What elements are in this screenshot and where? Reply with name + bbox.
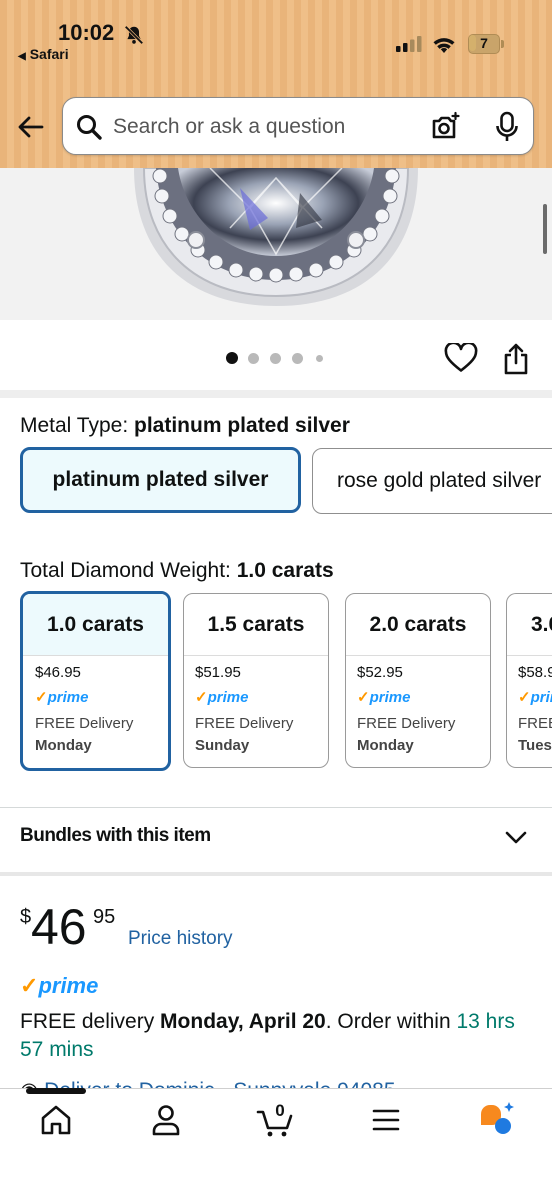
price-fraction: 95 [93, 906, 116, 928]
heart-icon[interactable] [444, 343, 478, 373]
prime-badge: ✓prime [357, 688, 410, 706]
scroll-indicator[interactable] [543, 204, 547, 254]
metal-type-selected-value: platinum plated silver [134, 414, 350, 437]
carat-option-day: Tuesday [518, 737, 552, 754]
top-header: 10:02 ◀ Safari 7 Search or ask a question [0, 0, 552, 168]
carat-option-price: $46.95 [35, 664, 81, 681]
cellular-signal-icon [396, 36, 422, 52]
rufus-icon[interactable] [476, 1100, 516, 1140]
carat-option-card[interactable]: 1.0 carats $46.95 ✓prime FREE Delivery M… [20, 591, 171, 771]
microphone-icon[interactable] [493, 111, 521, 143]
carat-option-delivery: FREE Delivery [518, 715, 552, 732]
diamond-weight-selected-value: 1.0 carats [236, 559, 334, 582]
carat-option-price: $58.95 [518, 664, 552, 681]
bundles-expander[interactable]: Bundles with this item [20, 825, 211, 847]
back-to-app[interactable]: ◀ Safari [18, 46, 69, 62]
prime-badge: ✓prime [20, 973, 98, 999]
metal-option-rose-gold[interactable]: rose gold plated silver [312, 448, 552, 514]
carat-option-card[interactable]: 1.5 carats $51.95 ✓prime FREE Delivery S… [183, 593, 329, 768]
metal-type-caption: Metal Type: [20, 414, 135, 437]
metal-option-label: rose gold plated silver [337, 469, 542, 492]
back-triangle-icon: ◀ [18, 51, 26, 62]
share-icon[interactable] [502, 342, 530, 376]
ring-image [134, 168, 418, 306]
carat-option-day: Sunday [195, 737, 250, 754]
carat-option-day: Monday [357, 737, 414, 754]
price-currency: $ [20, 906, 32, 928]
metal-type-label: Metal Type: platinum plated silver [20, 414, 350, 438]
status-time: 10:02 [58, 20, 115, 45]
carat-option-title: 1.0 carats [23, 594, 168, 656]
prime-label: prime [38, 973, 99, 998]
delivery-text: FREE delivery [20, 1010, 161, 1033]
carat-option-card[interactable]: 3.0 carats $58.95 ✓prime FREE Delivery T… [506, 593, 552, 768]
home-icon[interactable] [36, 1100, 76, 1140]
delivery-date: Monday, April 20 [160, 1010, 326, 1033]
diamond-weight-caption: Total Diamond Weight: [20, 559, 237, 582]
search-input[interactable]: Search or ask a question [113, 115, 345, 139]
prime-check-icon: ✓ [20, 973, 39, 998]
tab-indicator [26, 1088, 86, 1094]
prime-check-icon: ✓ [35, 689, 48, 706]
menu-icon[interactable] [366, 1100, 406, 1140]
prime-badge: ✓prime [518, 688, 552, 706]
account-icon[interactable] [146, 1100, 186, 1140]
prime-label: prime [47, 689, 89, 706]
back-arrow-icon[interactable] [14, 110, 48, 144]
product-image[interactable] [0, 168, 552, 320]
carat-option-title: 1.5 carats [184, 594, 328, 656]
price-whole: 46 [31, 899, 87, 955]
prime-badge: ✓prime [195, 688, 248, 706]
carat-option-title: 3.0 carats [507, 594, 552, 656]
search-icon [77, 115, 102, 140]
diamond-weight-label: Total Diamond Weight: 1.0 carats [20, 559, 334, 583]
battery-indicator: 7 [468, 34, 504, 54]
camera-search-icon[interactable] [429, 111, 461, 143]
prime-badge: ✓prime [35, 688, 88, 706]
prime-label: prime [530, 689, 552, 706]
section-divider [0, 872, 552, 876]
carousel-dot[interactable] [226, 352, 238, 364]
carousel-dot[interactable] [292, 353, 303, 364]
delivery-info: FREE delivery Monday, April 20. Order wi… [20, 1008, 520, 1064]
carat-option-delivery: FREE Delivery [195, 715, 294, 732]
carat-option-title: 2.0 carats [346, 594, 490, 656]
carousel-dot[interactable] [248, 353, 259, 364]
carat-option-price: $51.95 [195, 664, 241, 681]
cart-count-badge: 0 [275, 1101, 285, 1120]
carat-option-day: Monday [35, 737, 92, 754]
price-history-link[interactable]: Price history [128, 928, 233, 950]
back-app-label: Safari [29, 46, 69, 62]
metal-option-label: platinum plated silver [52, 468, 269, 491]
prime-check-icon: ✓ [357, 689, 370, 706]
section-divider [0, 807, 552, 808]
prime-check-icon: ✓ [518, 689, 531, 706]
section-divider [0, 390, 552, 398]
carat-option-price: $52.95 [357, 664, 403, 681]
delivery-order-within: . Order within [325, 1010, 457, 1033]
prime-label: prime [207, 689, 249, 706]
carat-option-delivery: FREE Delivery [357, 715, 456, 732]
carousel-dot[interactable] [316, 355, 323, 362]
carousel-dot[interactable] [270, 353, 281, 364]
chevron-down-icon[interactable] [504, 827, 528, 847]
metal-option-platinum[interactable]: platinum plated silver [20, 447, 301, 513]
search-bar[interactable]: Search or ask a question [62, 97, 534, 155]
bell-muted-icon [124, 25, 144, 45]
carat-option-delivery: FREE Delivery [35, 715, 134, 732]
battery-level: 7 [480, 35, 488, 51]
carat-option-card[interactable]: 2.0 carats $52.95 ✓prime FREE Delivery M… [345, 593, 491, 768]
prime-check-icon: ✓ [195, 689, 208, 706]
wifi-icon [433, 38, 455, 53]
prime-label: prime [369, 689, 411, 706]
